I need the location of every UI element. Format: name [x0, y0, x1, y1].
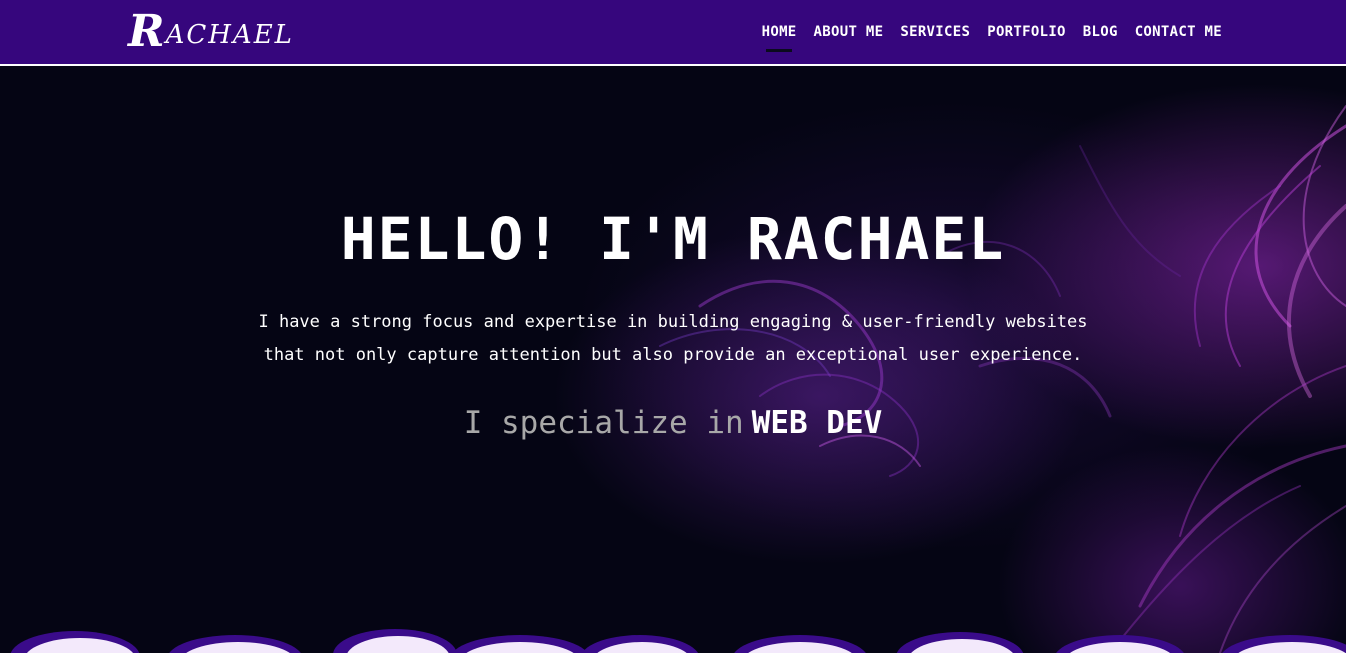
- hero-description-line-2: that not only capture attention but also…: [263, 345, 1083, 365]
- logo-initial: R: [128, 6, 165, 57]
- nav-item-services[interactable]: SERVICES: [900, 24, 970, 40]
- hero-title: HELLO! I'M RACHAEL: [340, 205, 1006, 273]
- specialize-line: I specialize in WEB DEV: [0, 402, 1346, 444]
- page: R ACHAEL HOME ABOUT ME SERVICES PORTFOLI…: [0, 0, 1346, 653]
- cloud-divider: [10, 629, 1346, 653]
- nav-item-blog[interactable]: BLOG: [1083, 24, 1118, 40]
- main-nav: HOME ABOUT ME SERVICES PORTFOLIO BLOG CO…: [762, 0, 1222, 64]
- hero-description: I have a strong focus and expertise in b…: [223, 306, 1123, 372]
- specialize-word: WEB DEV: [751, 405, 883, 441]
- nav-item-about-me[interactable]: ABOUT ME: [814, 24, 884, 40]
- nav-item-home[interactable]: HOME: [762, 24, 797, 40]
- hero-description-line-1: I have a strong focus and expertise in b…: [258, 312, 1088, 332]
- nav-item-contact-me[interactable]: CONTACT ME: [1135, 24, 1222, 40]
- logo-text: ACHAEL: [165, 20, 294, 50]
- specialize-prefix: I specialize in: [463, 405, 744, 441]
- nav-item-portfolio[interactable]: PORTFOLIO: [987, 24, 1066, 40]
- site-logo[interactable]: R ACHAEL: [128, 8, 294, 54]
- site-header: R ACHAEL HOME ABOUT ME SERVICES PORTFOLI…: [0, 0, 1346, 66]
- hero-section: HELLO! I'M RACHAEL I have a strong focus…: [0, 66, 1346, 653]
